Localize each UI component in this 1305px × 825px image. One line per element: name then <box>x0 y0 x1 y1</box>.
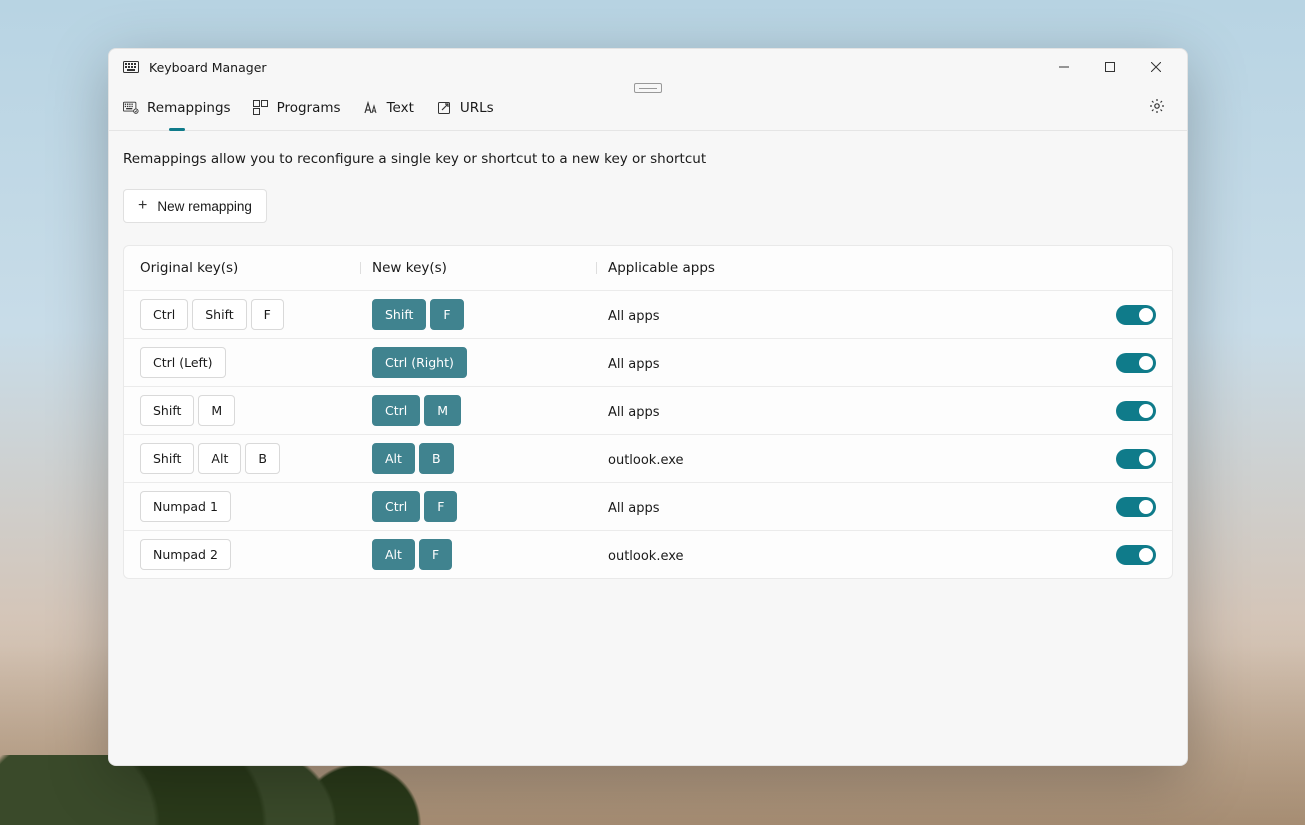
enable-toggle[interactable] <box>1116 497 1156 517</box>
toggle-cell <box>1096 497 1156 517</box>
toggle-cell <box>1096 305 1156 325</box>
enable-toggle[interactable] <box>1116 545 1156 565</box>
tab-label: Text <box>387 100 414 116</box>
link-icon <box>436 100 452 116</box>
plus-icon: + <box>138 198 147 214</box>
app-text: All apps <box>608 501 660 516</box>
text-icon <box>363 100 379 116</box>
new-keys-cell: AltB <box>372 443 608 474</box>
tab-label: Remappings <box>147 100 231 116</box>
app-icon <box>123 59 139 75</box>
original-keys-cell: CtrlShiftF <box>140 299 372 330</box>
keyboard-icon <box>123 100 139 116</box>
keycap: B <box>245 443 280 474</box>
enable-toggle[interactable] <box>1116 353 1156 373</box>
keycap: Ctrl <box>372 395 420 426</box>
toggle-cell <box>1096 449 1156 469</box>
keycap: Shift <box>140 395 194 426</box>
app-text: All apps <box>608 309 660 324</box>
keycap: F <box>251 299 284 330</box>
keycap: Alt <box>372 443 415 474</box>
table-row[interactable]: ShiftAltBAltBoutlook.exe <box>124 434 1172 482</box>
remappings-table: Original key(s) New key(s) Applicable ap… <box>123 245 1173 579</box>
original-keys-cell: Ctrl (Left) <box>140 347 372 378</box>
tab-label: URLs <box>460 100 494 116</box>
keycap: F <box>430 299 463 330</box>
applicable-apps-cell: All apps <box>608 353 1096 372</box>
keycap: Ctrl <box>140 299 188 330</box>
enable-toggle[interactable] <box>1116 449 1156 469</box>
new-keys-cell: CtrlM <box>372 395 608 426</box>
original-keys-cell: ShiftM <box>140 395 372 426</box>
app-text: All apps <box>608 405 660 420</box>
button-label: New remapping <box>157 199 252 214</box>
page-description: Remappings allow you to reconfigure a si… <box>123 151 1173 167</box>
keycap: B <box>419 443 454 474</box>
applicable-apps-cell: All apps <box>608 401 1096 420</box>
minimize-button[interactable] <box>1041 51 1087 83</box>
app-window: Keyboard Manager Remappings Programs <box>108 48 1188 766</box>
content-area: Remappings allow you to reconfigure a si… <box>109 131 1187 765</box>
new-keys-cell: CtrlF <box>372 491 608 522</box>
window-controls <box>1041 51 1179 83</box>
original-keys-cell: ShiftAltB <box>140 443 372 474</box>
toggle-cell <box>1096 545 1156 565</box>
enable-toggle[interactable] <box>1116 305 1156 325</box>
keycap: Numpad 1 <box>140 491 231 522</box>
keycap: Shift <box>372 299 426 330</box>
keycap: F <box>424 491 457 522</box>
tab-urls[interactable]: URLs <box>436 85 494 130</box>
tab-text[interactable]: Text <box>363 85 414 130</box>
new-keys-cell: ShiftF <box>372 299 608 330</box>
toggle-cell <box>1096 401 1156 421</box>
toggle-cell <box>1096 353 1156 373</box>
keycap: Shift <box>140 443 194 474</box>
app-text: outlook.exe <box>608 549 684 564</box>
enable-toggle[interactable] <box>1116 401 1156 421</box>
applicable-apps-cell: All apps <box>608 305 1096 324</box>
table-row[interactable]: Numpad 2 AltFoutlook.exe <box>124 530 1172 578</box>
table-header: Original key(s) New key(s) Applicable ap… <box>124 246 1172 290</box>
app-text: outlook.exe <box>608 453 684 468</box>
applicable-apps-cell: outlook.exe <box>608 545 1096 564</box>
keycap: Numpad 2 <box>140 539 231 570</box>
programs-icon <box>253 100 269 116</box>
tab-bar: Remappings Programs Text URLs <box>109 85 1187 131</box>
table-row[interactable]: Ctrl (Left) Ctrl (Right) All apps <box>124 338 1172 386</box>
close-button[interactable] <box>1133 51 1179 83</box>
keycap: Ctrl (Right) <box>372 347 467 378</box>
window-title: Keyboard Manager <box>149 60 267 75</box>
tab-remappings[interactable]: Remappings <box>123 85 231 130</box>
maximize-button[interactable] <box>1087 51 1133 83</box>
app-text: All apps <box>608 357 660 372</box>
new-remapping-button[interactable]: + New remapping <box>123 189 267 223</box>
tab-programs[interactable]: Programs <box>253 85 341 130</box>
table-row[interactable]: CtrlShiftFShiftFAll apps <box>124 290 1172 338</box>
keycap: M <box>198 395 235 426</box>
keycap: Shift <box>192 299 246 330</box>
new-keys-cell: AltF <box>372 539 608 570</box>
keycap: Ctrl (Left) <box>140 347 226 378</box>
applicable-apps-cell: outlook.exe <box>608 449 1096 468</box>
tab-label: Programs <box>277 100 341 116</box>
column-original: Original key(s) <box>140 260 372 276</box>
original-keys-cell: Numpad 2 <box>140 539 372 570</box>
gear-icon <box>1149 98 1165 118</box>
keycap: F <box>419 539 452 570</box>
table-row[interactable]: ShiftMCtrlMAll apps <box>124 386 1172 434</box>
applicable-apps-cell: All apps <box>608 497 1096 516</box>
keycap: Alt <box>372 539 415 570</box>
column-new: New key(s) <box>372 260 608 276</box>
table-row[interactable]: Numpad 1CtrlFAll apps <box>124 482 1172 530</box>
keycap: Ctrl <box>372 491 420 522</box>
column-apps: Applicable apps <box>608 260 1156 276</box>
keycap: M <box>424 395 461 426</box>
original-keys-cell: Numpad 1 <box>140 491 372 522</box>
titlebar: Keyboard Manager <box>109 49 1187 85</box>
keycap: Alt <box>198 443 241 474</box>
new-keys-cell: Ctrl (Right) <box>372 347 608 378</box>
settings-button[interactable] <box>1141 92 1173 124</box>
